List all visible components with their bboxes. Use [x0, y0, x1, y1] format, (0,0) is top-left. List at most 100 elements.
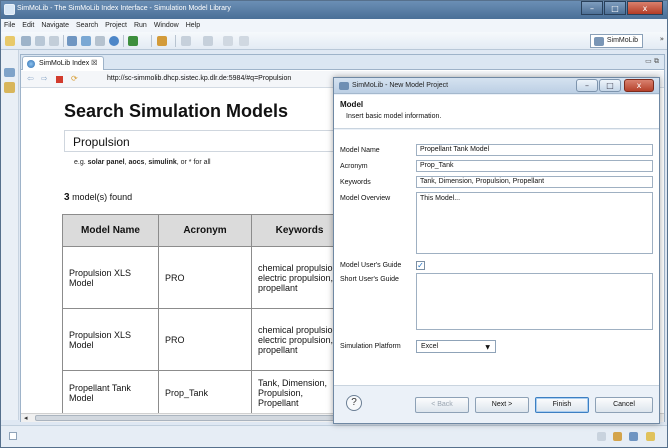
cell-model-name[interactable]: Propulsion XLS Model	[62, 246, 159, 309]
menu-navigate[interactable]: Navigate	[41, 22, 69, 29]
cell-acronym: Prop_Tank	[158, 370, 252, 413]
tab-label: SimMoLib Index ☒	[39, 60, 98, 67]
dialog-subheading: Insert basic model information.	[346, 113, 442, 120]
menu-bar: File Edit Navigate Search Project Run Wi…	[1, 19, 667, 32]
dialog-minimize-button[interactable]: –	[576, 79, 598, 92]
status-icon[interactable]	[613, 432, 622, 441]
dialog-footer: ? < Back Next > Finish Cancel	[334, 385, 659, 423]
menu-run[interactable]: Run	[134, 22, 147, 29]
tab-simmolib-index[interactable]: SimMoLib Index ☒	[22, 56, 105, 70]
dialog-maximize-button[interactable]: □	[599, 79, 621, 92]
run-icon[interactable]	[128, 36, 138, 46]
finish-button[interactable]: Finish	[535, 397, 589, 413]
users-guide-label: Model User's Guide	[340, 262, 402, 269]
result-count-label: model(s) found	[69, 192, 133, 202]
stop-icon[interactable]	[56, 76, 63, 83]
perspective-label: SimMoLib	[606, 37, 638, 44]
search-input[interactable]: Propulsion	[64, 130, 364, 152]
menu-help[interactable]: Help	[186, 22, 200, 29]
users-guide-checkbox[interactable]: ✓	[416, 261, 425, 270]
keywords-label: Keywords	[340, 179, 371, 186]
next-annotation-icon[interactable]	[181, 36, 191, 46]
status-bar	[1, 425, 667, 447]
package-explorer-icon[interactable]	[4, 82, 15, 93]
close-button[interactable]: x	[627, 1, 663, 15]
menu-edit[interactable]: Edit	[22, 22, 34, 29]
minimize-maximize-icons[interactable]: ▭ ⧉	[645, 57, 659, 66]
left-trim-bar	[1, 50, 19, 420]
cell-acronym: PRO	[158, 308, 252, 371]
prev-annotation-icon[interactable]	[203, 36, 213, 46]
model-name-field[interactable]: Propellant Tank Model	[416, 144, 653, 156]
open-task-icon[interactable]	[81, 36, 91, 46]
scroll-left-icon[interactable]: ◂	[24, 414, 28, 422]
menu-search[interactable]: Search	[76, 22, 98, 29]
back-arrow-icon[interactable]: ⇦	[27, 75, 34, 83]
window-titlebar[interactable]: SimMoLib - The SimMoLib Index Interface …	[1, 1, 667, 19]
dialog-app-icon	[339, 82, 349, 90]
restore-view-icon[interactable]	[4, 68, 15, 77]
table-row[interactable]: Propellant Tank Model Prop_Tank Tank, Di…	[62, 370, 348, 413]
toolbar-overflow-icon[interactable]: »	[660, 35, 664, 43]
menu-file[interactable]: File	[4, 22, 15, 29]
acronym-field[interactable]: Prop_Tank	[416, 160, 653, 172]
status-icon[interactable]	[629, 432, 638, 441]
cell-model-name[interactable]: Propellant Tank Model	[62, 370, 159, 413]
short-users-guide-field[interactable]	[416, 273, 653, 330]
perspective-icon	[593, 37, 604, 46]
save-all-icon[interactable]	[35, 36, 45, 46]
url-field[interactable]: http://sc-simmolib.dhcp.sistec.kp.dlr.de…	[107, 75, 291, 82]
perspective-simmolib-button[interactable]: SimMoLib	[589, 34, 643, 48]
browser-icon	[27, 60, 35, 68]
edit-icon[interactable]	[95, 36, 105, 46]
refresh-icon[interactable]: ⟳	[71, 75, 78, 83]
cancel-button[interactable]: Cancel	[595, 397, 653, 413]
search-hint: e.g. solar panel, aocs, simulink, or * f…	[74, 159, 211, 166]
back-icon[interactable]	[223, 36, 233, 46]
keywords-field[interactable]: Tank, Dimension, Propulsion, Propellant	[416, 176, 653, 188]
short-users-guide-label: Short User's Guide	[340, 276, 399, 283]
chevron-down-icon: ▼	[485, 344, 490, 351]
hint-suffix: , or * for all	[176, 159, 211, 166]
forward-icon[interactable]	[239, 36, 249, 46]
minimize-button[interactable]: –	[581, 1, 603, 15]
simulation-platform-value: Excel	[421, 343, 439, 350]
column-header-acronym[interactable]: Acronym	[158, 214, 252, 247]
open-type-icon[interactable]	[67, 36, 77, 46]
dialog-titlebar[interactable]: SimMoLib - New Model Project – □ x	[334, 78, 659, 94]
help-icon[interactable]: ?	[346, 395, 362, 411]
forward-arrow-icon[interactable]: ⇨	[41, 75, 48, 83]
dialog-close-button[interactable]: x	[624, 79, 654, 92]
toolbar-separator	[123, 35, 124, 47]
model-overview-label: Model Overview	[340, 195, 391, 202]
next-button[interactable]: Next >	[475, 397, 529, 413]
maximize-button[interactable]: □	[604, 1, 626, 15]
model-overview-field[interactable]: This Model...	[416, 192, 653, 254]
table-row[interactable]: Propulsion XLS Model PRO chemical propul…	[62, 308, 348, 371]
cell-model-name[interactable]: Propulsion XLS Model	[62, 308, 159, 371]
result-count: 3 model(s) found	[64, 192, 132, 203]
hint-example: solar panel	[87, 159, 125, 166]
menu-window[interactable]: Window	[154, 22, 179, 29]
dialog-header: Model Insert basic model information.	[334, 95, 659, 129]
cell-acronym: PRO	[158, 246, 252, 309]
new-model-project-dialog: SimMoLib - New Model Project – □ x Model…	[333, 77, 660, 424]
status-icon[interactable]	[597, 432, 606, 441]
toolbar-separator	[151, 35, 152, 47]
table-row[interactable]: Propulsion XLS Model PRO chemical propul…	[62, 246, 348, 309]
back-button[interactable]: < Back	[415, 397, 469, 413]
page-title: Search Simulation Models	[64, 101, 289, 121]
globe-icon[interactable]	[109, 36, 119, 46]
menu-project[interactable]: Project	[105, 22, 127, 29]
new-icon[interactable]	[5, 36, 15, 46]
save-icon[interactable]	[21, 36, 31, 46]
status-icon[interactable]	[646, 432, 655, 441]
print-icon[interactable]	[49, 36, 59, 46]
window-title: SimMoLib - The SimMoLib Index Interface …	[17, 5, 231, 12]
hint-example: simulink	[148, 159, 177, 166]
column-header-model-name[interactable]: Model Name	[62, 214, 159, 247]
simulation-platform-select[interactable]: Excel ▼	[416, 340, 496, 353]
pen-icon[interactable]	[157, 36, 167, 46]
fast-view-icon[interactable]	[9, 432, 17, 440]
simulation-platform-label: Simulation Platform	[340, 343, 401, 350]
